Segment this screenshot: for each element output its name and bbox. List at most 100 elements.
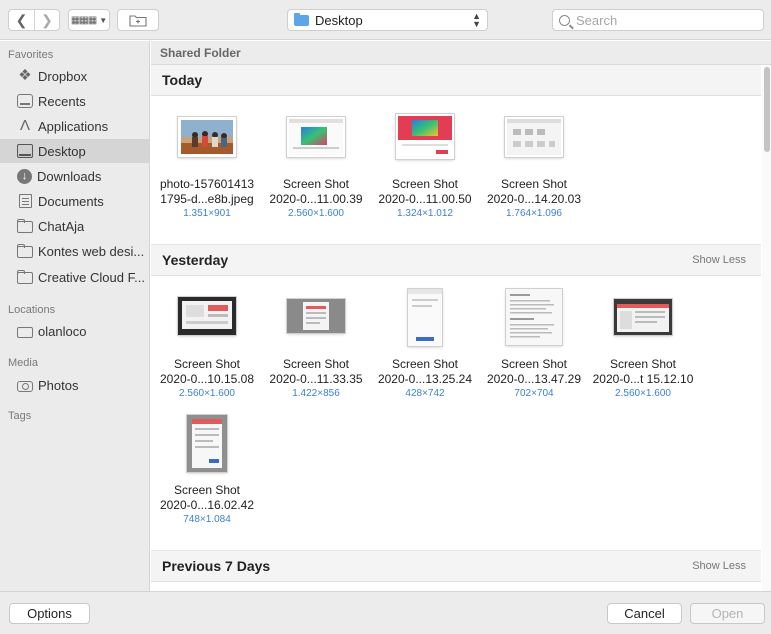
sidebar-item-label: Creative Cloud F... xyxy=(38,269,145,285)
file-name-line2: 1795-d...e8b.jpeg xyxy=(160,192,254,206)
sidebar-item-label: Photos xyxy=(38,377,79,393)
new-folder-button[interactable] xyxy=(117,9,159,31)
file-name: Screen Shot xyxy=(391,357,459,371)
file-thumbnail xyxy=(614,299,672,335)
file-name-line2: 2020-0...13.47.29 xyxy=(486,372,582,386)
desktop-icon xyxy=(17,144,33,158)
file-name-line2: 2020-0...16.02.42 xyxy=(159,498,255,512)
sidebar-item-documents[interactable]: Documents xyxy=(0,189,149,213)
dialog-footer: Options Cancel Open xyxy=(0,591,771,634)
view-options-button[interactable]: ▦▦▦ ▼ xyxy=(68,9,110,31)
sidebar: Favorites ❖ Dropbox Recents Λ Applicatio… xyxy=(0,41,150,591)
downloads-icon: ↓ xyxy=(17,168,32,184)
file-name: Screen Shot xyxy=(173,357,241,371)
group-title: Yesterday xyxy=(162,252,229,268)
up-down-chevron-icon: ▲ ▼ xyxy=(472,11,481,29)
sidebar-item-olanloco[interactable]: olanloco xyxy=(0,319,149,343)
sidebar-item-photos[interactable]: Photos xyxy=(0,373,149,397)
file-thumbnail xyxy=(287,299,345,333)
cancel-button[interactable]: Cancel xyxy=(607,603,682,624)
new-folder-icon xyxy=(129,14,147,27)
folder-icon xyxy=(294,12,309,26)
sidebar-item-chataja[interactable]: ChatAja xyxy=(0,214,149,238)
file-name: Screen Shot xyxy=(500,177,568,191)
group-header-yesterday: Yesterday Show Less xyxy=(151,245,761,276)
disk-icon xyxy=(17,326,33,338)
file-thumbnail xyxy=(505,117,563,157)
sidebar-item-recents[interactable]: Recents xyxy=(0,89,149,113)
scroll-thumb[interactable] xyxy=(764,67,770,152)
file-name-line2: 2020-0...11.33.35 xyxy=(269,372,363,386)
file-name-line2: 2020-0...t 15.12.10 xyxy=(592,372,694,386)
search-field[interactable] xyxy=(552,9,764,31)
applications-icon: Λ xyxy=(19,117,31,134)
file-thumbnail xyxy=(506,289,562,345)
search-input[interactable] xyxy=(576,12,746,28)
sidebar-item-label: Dropbox xyxy=(38,68,88,84)
chevron-down-icon: ▼ xyxy=(99,15,108,25)
show-less-button[interactable]: Show Less xyxy=(692,560,746,572)
file-name: Screen Shot xyxy=(282,177,350,191)
file-dimensions: 2.560×1.600 xyxy=(179,388,235,399)
sidebar-item-creative-cloud[interactable]: Creative Cloud F... xyxy=(0,265,149,289)
sidebar-item-label: Kontes web desi... xyxy=(38,243,145,259)
open-button[interactable]: Open xyxy=(690,603,765,624)
group-header-today: Today xyxy=(151,65,761,96)
forward-button[interactable]: ❯ xyxy=(33,10,59,30)
recents-icon xyxy=(17,94,33,108)
toolbar: ❮ ❯ ▦▦▦ ▼ Desktop ▲ ▼ xyxy=(0,0,771,40)
file-dimensions: 1.422×856 xyxy=(292,388,340,399)
file-name-line2: 2020-0...10.15.08 xyxy=(159,372,255,386)
sidebar-item-label: Downloads xyxy=(37,168,102,184)
file-name: Screen Shot xyxy=(282,357,350,371)
vertical-scrollbar[interactable] xyxy=(762,66,771,591)
file-name: Screen Shot xyxy=(391,177,459,191)
back-forward-buttons: ❮ ❯ xyxy=(8,9,60,31)
group-title: Previous 7 Days xyxy=(162,558,271,574)
location-label: Desktop xyxy=(315,12,363,28)
path-bar: Shared Folder xyxy=(151,41,771,65)
favorites-heading: Favorites xyxy=(8,49,54,61)
options-button[interactable]: Options xyxy=(9,603,90,624)
sidebar-item-desktop[interactable]: Desktop xyxy=(0,139,149,163)
sidebar-item-label: ChatAja xyxy=(38,218,85,234)
search-icon xyxy=(559,14,570,26)
tags-heading: Tags xyxy=(8,410,32,422)
sidebar-item-label: Documents xyxy=(38,193,104,209)
chevron-right-icon: ❯ xyxy=(41,11,53,28)
file-dimensions: 1.351×901 xyxy=(183,208,231,219)
file-browser: Shared Folder Today photo-157601413 1795… xyxy=(151,41,771,591)
file-name-line2: 2020-0...14.20.03 xyxy=(486,192,582,206)
file-thumbnail xyxy=(396,114,454,159)
chevron-left-icon: ❮ xyxy=(15,11,28,28)
file-dimensions: 2.560×1.600 xyxy=(615,388,671,399)
sidebar-item-applications[interactable]: Λ Applications xyxy=(0,114,149,138)
file-name: Screen Shot xyxy=(500,357,568,371)
sidebar-item-label: Recents xyxy=(38,93,86,109)
file-dimensions: 1.324×1.012 xyxy=(397,208,453,219)
file-dimensions: 2.560×1.600 xyxy=(288,208,344,219)
file-name: Screen Shot xyxy=(173,483,241,497)
file-thumbnail xyxy=(187,415,227,472)
show-less-button[interactable]: Show Less xyxy=(692,254,746,266)
dropbox-icon: ❖ xyxy=(18,67,32,84)
group-header-previous-7-days: Previous 7 Days Show Less xyxy=(151,551,761,582)
sidebar-item-dropbox[interactable]: ❖ Dropbox xyxy=(0,64,149,88)
location-dropdown[interactable]: Desktop ▲ ▼ xyxy=(287,9,488,31)
folder-icon xyxy=(17,219,33,233)
grid-view-icon: ▦▦▦ xyxy=(70,14,97,26)
file-name: Screen Shot xyxy=(609,357,677,371)
file-dimensions: 702×704 xyxy=(514,388,554,399)
file-thumbnail xyxy=(408,289,442,346)
folder-icon xyxy=(17,244,33,258)
sidebar-item-label: Desktop xyxy=(38,143,86,159)
sidebar-item-label: Applications xyxy=(38,118,109,134)
file-name-line2: 2020-0...13.25.24 xyxy=(377,372,473,386)
sidebar-item-downloads[interactable]: ↓ Downloads xyxy=(0,164,149,188)
locations-heading: Locations xyxy=(8,304,56,316)
back-button[interactable]: ❮ xyxy=(9,10,34,30)
sidebar-item-kontes-web[interactable]: Kontes web desi... xyxy=(0,239,149,263)
file-thumbnail xyxy=(178,297,236,335)
file-dimensions: 428×742 xyxy=(405,388,445,399)
file-dimensions: 748×1.084 xyxy=(183,514,231,525)
